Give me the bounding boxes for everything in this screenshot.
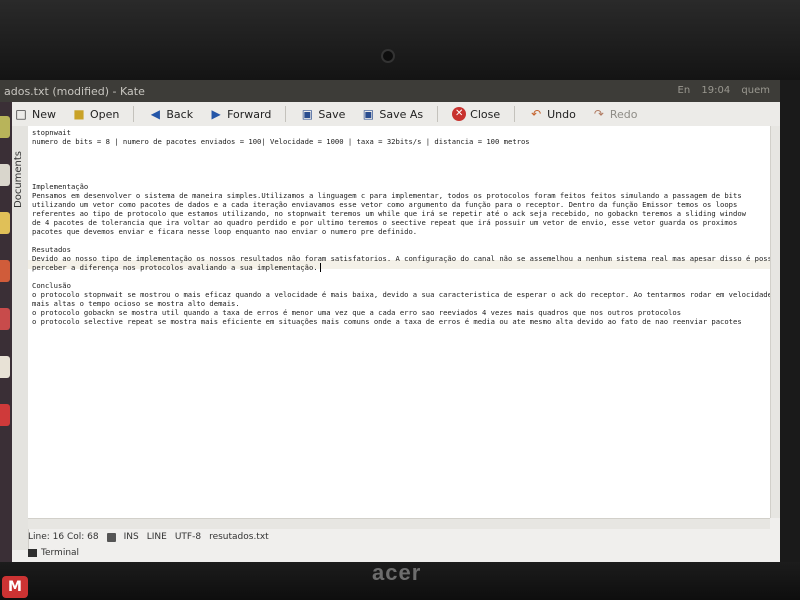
editor-line: pacotes que devemos enviar e ficara ness… <box>32 227 418 236</box>
launcher-app-icon[interactable] <box>0 404 10 426</box>
toolbar-separator <box>133 106 135 122</box>
launcher-app-icon[interactable] <box>0 356 10 378</box>
screen: ados.txt (modified) - Kate En 19:04 quem… <box>0 80 780 562</box>
editor-line: o protocolo gobackn se mostra util quand… <box>32 308 682 317</box>
main-toolbar: □ New ■ Open ◀ Back ▶ Forward ▣ Save ▣ S… <box>12 102 780 127</box>
title-bar: ados.txt (modified) - Kate En 19:04 quem <box>0 80 780 102</box>
editor-line: referentes ao tipo de protocolo que esta… <box>32 209 746 218</box>
editor-line: stopnwait <box>32 128 71 137</box>
new-document-icon: □ <box>15 107 27 121</box>
editor-line: o protocolo stopnwait se mostrou o mais … <box>32 290 770 299</box>
terminal-icon <box>28 549 37 557</box>
documents-tab[interactable]: Documents <box>13 134 27 224</box>
toolbar-separator <box>285 106 287 122</box>
brand-logo: acer <box>372 560 422 585</box>
keyboard-indicator[interactable]: En <box>678 85 691 96</box>
editor-line: o protocolo selective repeat se mostra m… <box>32 317 742 326</box>
close-icon: ✕ <box>452 107 467 121</box>
horizontal-scrollbar[interactable] <box>28 518 770 529</box>
editor-line: Devido ao nosso tipo de implementação os… <box>32 254 770 263</box>
terminal-tab[interactable]: Terminal <box>28 546 79 560</box>
status-bar: Line: 16 Col: 68 INS LINE UTF-8 resutado… <box>28 530 780 544</box>
editor-line: Conclusão <box>32 281 71 290</box>
editor-line: Implementação <box>32 182 89 191</box>
undo-button[interactable]: ↶ Undo <box>527 105 578 123</box>
editor-line: Pensamos em desenvolver o sistema de man… <box>32 191 742 200</box>
insert-mode[interactable]: INS <box>124 532 139 542</box>
webcam <box>381 49 395 63</box>
wrap-mode[interactable]: LINE <box>147 532 167 542</box>
redo-icon: ↷ <box>593 107 604 121</box>
text-editor[interactable]: stopnwait numero de bits = 8 | numero de… <box>28 126 770 518</box>
window-title: ados.txt (modified) - Kate <box>4 85 145 98</box>
status-filename: resutados.txt <box>209 532 269 542</box>
arrow-left-icon: ◀ <box>150 107 160 121</box>
encoding-indicator[interactable]: UTF-8 <box>175 532 201 542</box>
launcher <box>0 102 12 562</box>
editor-line: de 4 pacotes de tolerancia que ira volta… <box>32 218 738 227</box>
open-button[interactable]: ■ Open <box>70 105 121 123</box>
vertical-scrollbar[interactable] <box>770 126 780 518</box>
arrow-right-icon: ▶ <box>211 107 221 121</box>
floppy-disk-icon: ▣ <box>301 107 314 121</box>
launcher-app-icon[interactable] <box>0 116 10 138</box>
side-panel: Documents <box>12 126 29 550</box>
launcher-app-icon[interactable] <box>0 308 10 330</box>
editor-line: mais altas o tempo ocioso se mostra alto… <box>32 299 240 308</box>
save-status-icon <box>106 532 116 542</box>
editor-line-current: perceber a diferença nos protocolos aval… <box>32 263 321 272</box>
floppy-disk-icon: ▣ <box>362 107 375 121</box>
text-cursor <box>319 263 321 272</box>
folder-icon: ■ <box>73 107 85 121</box>
cursor-position: Line: 16 Col: 68 <box>28 532 99 542</box>
undo-icon: ↶ <box>531 107 542 121</box>
close-button[interactable]: ✕ Close <box>450 105 502 123</box>
user-menu[interactable]: quem <box>741 85 770 96</box>
editor-line: utilizando um vetor como pacotes de dado… <box>32 200 738 209</box>
laptop-bezel-top <box>0 0 800 80</box>
editor-line: numero de bits = 8 | numero de pacotes e… <box>32 137 530 146</box>
toolbar-separator <box>514 106 516 122</box>
forward-button[interactable]: ▶ Forward <box>207 105 273 123</box>
save-button[interactable]: ▣ Save <box>298 105 347 123</box>
panel-indicators: En 19:04 quem <box>670 85 770 96</box>
app-icon: M <box>2 576 28 598</box>
launcher-app-icon[interactable] <box>0 164 10 186</box>
clock[interactable]: 19:04 <box>701 85 730 96</box>
new-button[interactable]: □ New <box>12 105 58 123</box>
redo-button[interactable]: ↷ Redo <box>590 105 640 123</box>
editor-line: Resutados <box>32 245 71 254</box>
back-button[interactable]: ◀ Back <box>146 105 195 123</box>
save-as-button[interactable]: ▣ Save As <box>359 105 425 123</box>
toolbar-separator <box>437 106 439 122</box>
launcher-app-icon[interactable] <box>0 212 10 234</box>
launcher-app-icon[interactable] <box>0 260 10 282</box>
